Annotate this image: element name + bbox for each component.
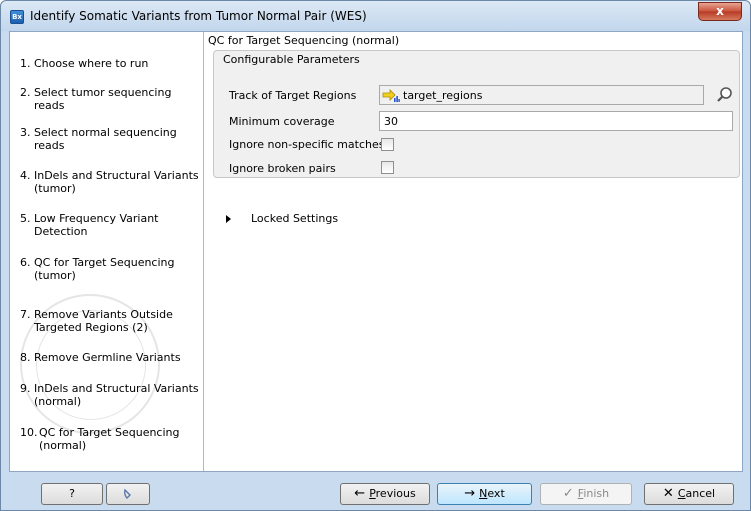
cancel-button[interactable]: ✕ Cancel	[644, 483, 734, 505]
arrow-right-icon: →	[464, 486, 476, 501]
group-title: Configurable Parameters	[223, 53, 360, 66]
step-number: 9.	[20, 382, 31, 395]
track-field[interactable]: target_regions	[379, 85, 704, 105]
dialog-window: Bx Identify Somatic Variants from Tumor …	[0, 0, 751, 511]
min-coverage-label: Minimum coverage	[229, 115, 335, 128]
step-label: QC for Target Sequencing (normal)	[39, 426, 180, 452]
ignore-nonspecific-label: Ignore non-specific matches	[229, 138, 385, 151]
step-number: 5.	[20, 212, 31, 225]
ignore-nonspecific-checkbox[interactable]	[381, 138, 394, 151]
step-number: 8.	[20, 351, 31, 364]
min-coverage-value: 30	[384, 115, 398, 128]
app-icon: Bx	[10, 10, 24, 24]
help-button[interactable]: ?	[41, 483, 103, 505]
cancel-mnemonic: C	[677, 487, 686, 500]
step-number: 7.	[20, 308, 31, 321]
previous-label: revious	[375, 487, 416, 500]
dialog-client: 1. Choose where to run 2. Select tumor s…	[9, 31, 743, 472]
reset-button[interactable]	[106, 483, 150, 505]
step-number: 6.	[20, 256, 31, 269]
window-title: Identify Somatic Variants from Tumor Nor…	[30, 9, 367, 23]
finish-label: inish	[583, 487, 610, 500]
close-button[interactable]: x	[698, 2, 742, 21]
page-title: QC for Target Sequencing (normal)	[208, 34, 400, 47]
step-label: Remove Germline Variants	[34, 351, 181, 364]
step-label: QC for Target Sequencing (tumor)	[34, 256, 175, 282]
next-button[interactable]: → Next	[437, 483, 532, 505]
cross-icon: ✕	[662, 486, 674, 501]
step-number: 10.	[20, 426, 38, 439]
locked-settings-label: Locked Settings	[251, 212, 339, 225]
help-label: ?	[69, 487, 75, 500]
cancel-label: ancel	[685, 487, 716, 500]
previous-button[interactable]: ← Previous	[340, 483, 430, 505]
track-label: Track of Target Regions	[229, 89, 357, 102]
checkmark-icon: ✓	[562, 486, 574, 501]
ignore-broken-checkbox[interactable]	[381, 161, 394, 174]
min-coverage-input[interactable]: 30	[379, 111, 733, 131]
step-label: Choose where to run	[34, 57, 149, 70]
ignore-broken-label: Ignore broken pairs	[229, 162, 336, 175]
undo-icon	[124, 488, 131, 499]
expand-arrow-icon	[226, 215, 231, 223]
step-label: Low Frequency Variant Detection	[34, 212, 159, 238]
track-icon	[382, 89, 400, 102]
next-label: ext	[487, 487, 505, 500]
content-panel: QC for Target Sequencing (normal) Config…	[206, 32, 742, 471]
track-value: target_regions	[403, 89, 483, 102]
steps-panel: 1. Choose where to run 2. Select tumor s…	[10, 32, 204, 471]
step-label: InDels and Structural Variants (tumor)	[34, 169, 199, 195]
configurable-parameters-group: Configurable Parameters Track of Target …	[213, 50, 740, 178]
step-label: Select normal sequencing reads	[34, 126, 177, 152]
arrow-left-icon: ←	[354, 486, 366, 501]
step-number: 4.	[20, 169, 31, 182]
title-bar[interactable]: Bx Identify Somatic Variants from Tumor …	[1, 1, 750, 31]
browse-icon[interactable]	[716, 86, 734, 104]
step-number: 1.	[20, 57, 31, 70]
step-label: Remove Variants Outside Targeted Regions…	[34, 308, 173, 334]
step-label: InDels and Structural Variants (normal)	[34, 382, 199, 408]
step-number: 2.	[20, 86, 31, 99]
step-label: Select tumor sequencing reads	[34, 86, 172, 112]
step-number: 3.	[20, 126, 31, 139]
finish-button[interactable]: ✓ Finish	[540, 483, 632, 505]
